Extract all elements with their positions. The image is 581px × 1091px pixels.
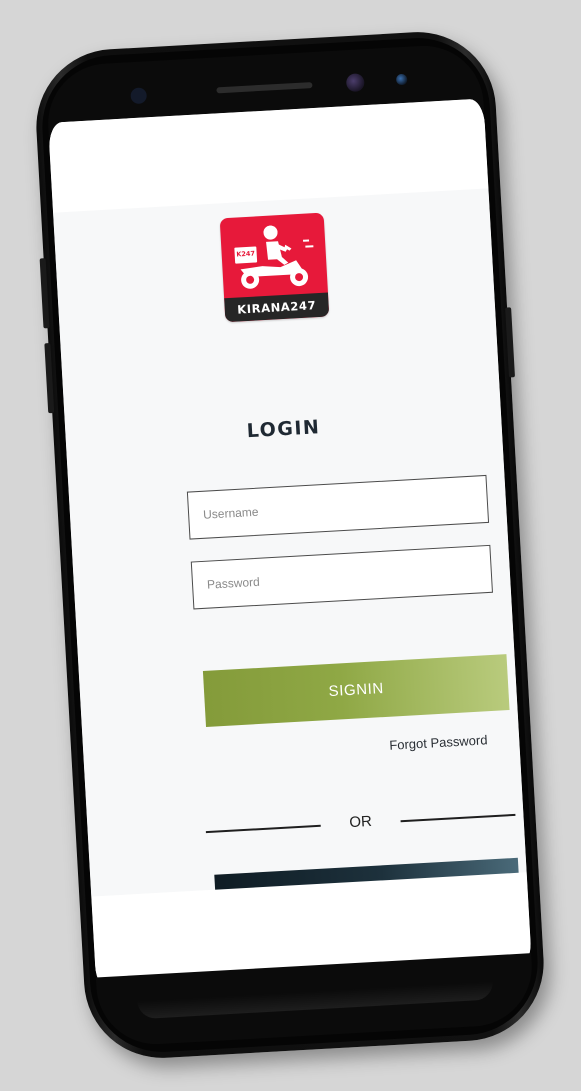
app-logo: K247 KIRANA247 (219, 212, 330, 323)
screen: K247 KIRANA247 LOGIN SIGNIN Forgot Passw… (48, 98, 532, 992)
front-camera (345, 73, 365, 93)
iris-sensor (395, 73, 408, 86)
proximity-sensor (130, 87, 148, 105)
login-screen: K247 KIRANA247 LOGIN SIGNIN Forgot Passw… (48, 98, 532, 992)
background: K247 KIRANA247 LOGIN SIGNIN Forgot Passw… (0, 0, 581, 1091)
phone-mockup: K247 KIRANA247 LOGIN SIGNIN Forgot Passw… (32, 27, 548, 1063)
bezel-reflection (137, 981, 494, 1020)
earpiece-speaker (216, 82, 313, 94)
delivery-box-label: K247 (236, 249, 256, 259)
